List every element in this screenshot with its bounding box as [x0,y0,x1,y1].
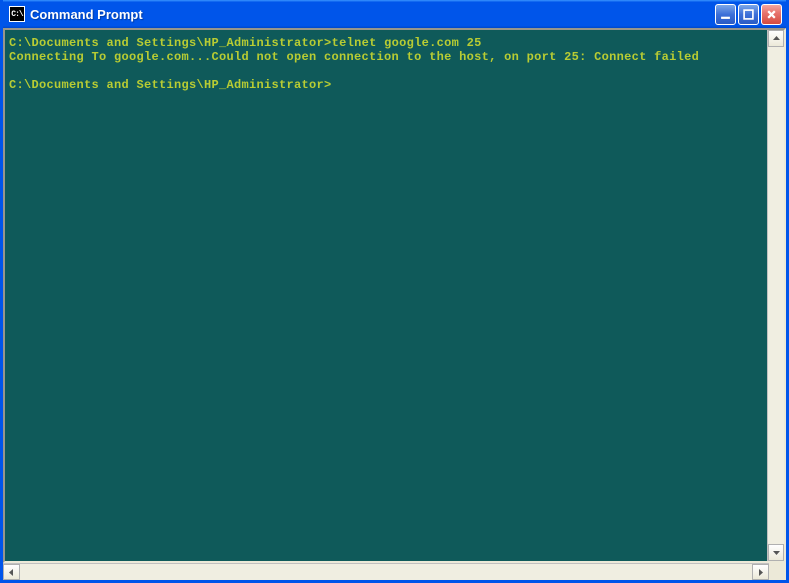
command-text: telnet google.com 25 [332,36,482,50]
prompt-text: C:\Documents and Settings\HP_Administrat… [9,36,332,50]
scroll-down-button[interactable] [768,544,784,561]
prompt-text: C:\Documents and Settings\HP_Administrat… [9,78,332,92]
titlebar[interactable]: C:\ Command Prompt [3,0,786,28]
minimize-button[interactable] [715,4,736,25]
scroll-up-button[interactable] [768,30,784,47]
window-controls [715,4,782,25]
scroll-right-button[interactable] [752,564,769,580]
scroll-left-button[interactable] [3,564,20,580]
client-area: C:\Documents and Settings\HP_Administrat… [3,28,786,580]
close-button[interactable] [761,4,782,25]
scroll-track-vertical[interactable] [768,47,784,544]
scrollbar-corner [769,563,786,580]
app-icon: C:\ [9,6,25,22]
maximize-button[interactable] [738,4,759,25]
console-container: C:\Documents and Settings\HP_Administrat… [3,28,786,563]
horizontal-scrollbar[interactable] [3,563,769,580]
output-text: Connecting To google.com...Could not ope… [9,50,699,64]
command-prompt-window: C:\ Command Prompt C:\Documents and Sett… [0,0,789,583]
scroll-track-horizontal[interactable] [20,564,752,580]
window-title: Command Prompt [30,7,715,22]
console-output[interactable]: C:\Documents and Settings\HP_Administrat… [5,30,767,561]
vertical-scrollbar[interactable] [767,30,784,561]
